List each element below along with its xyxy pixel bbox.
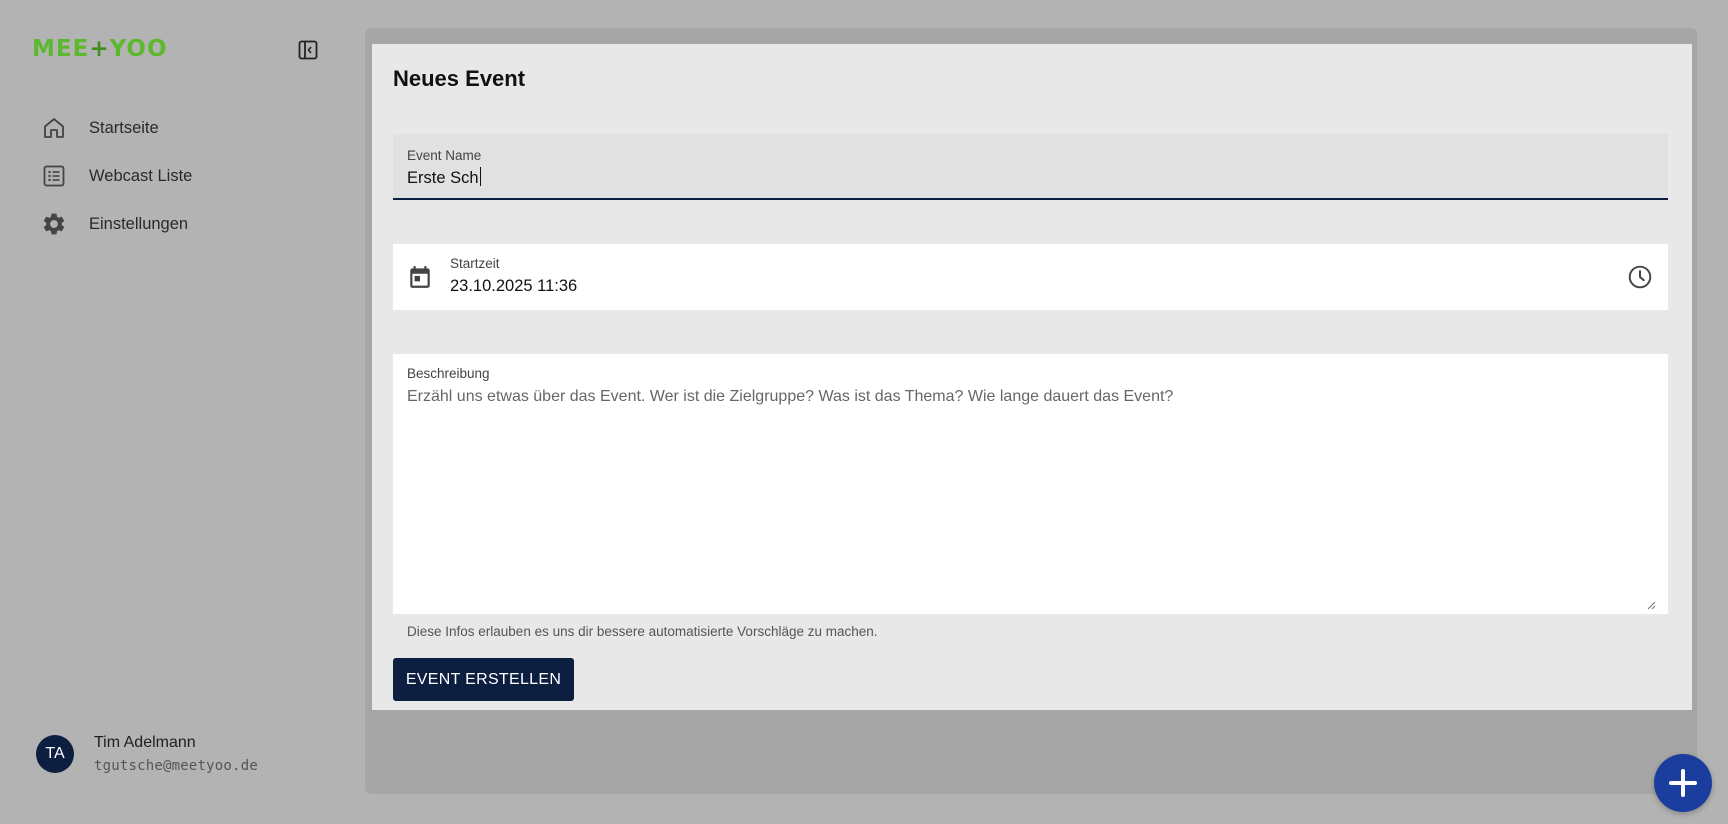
event-name-label: Event Name	[407, 148, 482, 163]
text-cursor	[479, 167, 481, 186]
sidebar-collapse-icon	[298, 40, 318, 60]
new-event-card: Neues Event Event Name Erste Sch Startze…	[372, 44, 1692, 710]
logo-text-right: YOO	[109, 36, 168, 62]
user-name: Tim Adelmann	[94, 734, 196, 751]
clock-icon[interactable]	[1627, 264, 1653, 290]
user-email: tgutsche@meetyoo.de	[94, 758, 258, 774]
home-icon	[40, 114, 68, 142]
add-floating-button[interactable]	[1654, 754, 1712, 812]
plus-icon	[1669, 769, 1697, 797]
page-title: Neues Event	[393, 66, 526, 91]
sidebar-item-label: Einstellungen	[89, 214, 189, 233]
event-name-field[interactable]: Event Name Erste Sch	[393, 134, 1668, 200]
list-icon	[40, 162, 68, 190]
calendar-icon[interactable]	[407, 264, 433, 290]
logo-text-left: MEE	[32, 36, 90, 62]
event-name-value: Erste Sch	[407, 169, 479, 187]
sidebar-item-webcast-liste[interactable]: Webcast Liste	[40, 152, 340, 200]
description-label: Beschreibung	[407, 366, 490, 381]
meetyoo-logo[interactable]: MEE+YOO	[32, 36, 168, 62]
description-placeholder: Erzähl uns etwas über das Event. Wer ist…	[407, 388, 1174, 405]
description-field[interactable]: Beschreibung Erzähl uns etwas über das E…	[393, 354, 1668, 614]
user-profile[interactable]: TA Tim Adelmann tgutsche@meetyoo.de	[36, 734, 258, 774]
collapse-sidebar-button[interactable]	[297, 39, 319, 61]
sidebar-item-label: Startseite	[89, 118, 159, 137]
gear-icon	[40, 210, 68, 238]
start-time-field[interactable]: Startzeit 23.10.2025 11:36	[393, 244, 1668, 310]
sidebar-item-einstellungen[interactable]: Einstellungen	[40, 200, 340, 248]
avatar: TA	[36, 735, 74, 773]
create-event-button[interactable]: EVENT ERSTELLEN	[393, 658, 574, 701]
start-time-value[interactable]: 23.10.2025 11:36	[450, 277, 577, 296]
sidebar: MEE+YOO Startseite Webcast Liste Einstel…	[0, 0, 365, 824]
resize-handle-icon[interactable]	[1646, 600, 1656, 610]
sidebar-nav: Startseite Webcast Liste Einstellungen	[40, 104, 340, 248]
start-time-label: Startzeit	[450, 256, 500, 271]
event-name-input[interactable]: Erste Sch	[407, 167, 481, 188]
description-helper-text: Diese Infos erlauben es uns dir bessere …	[407, 624, 878, 639]
user-info: Tim Adelmann tgutsche@meetyoo.de	[94, 734, 258, 774]
sidebar-item-label: Webcast Liste	[89, 166, 193, 185]
logo-plus: +	[89, 36, 110, 62]
sidebar-item-startseite[interactable]: Startseite	[40, 104, 340, 152]
